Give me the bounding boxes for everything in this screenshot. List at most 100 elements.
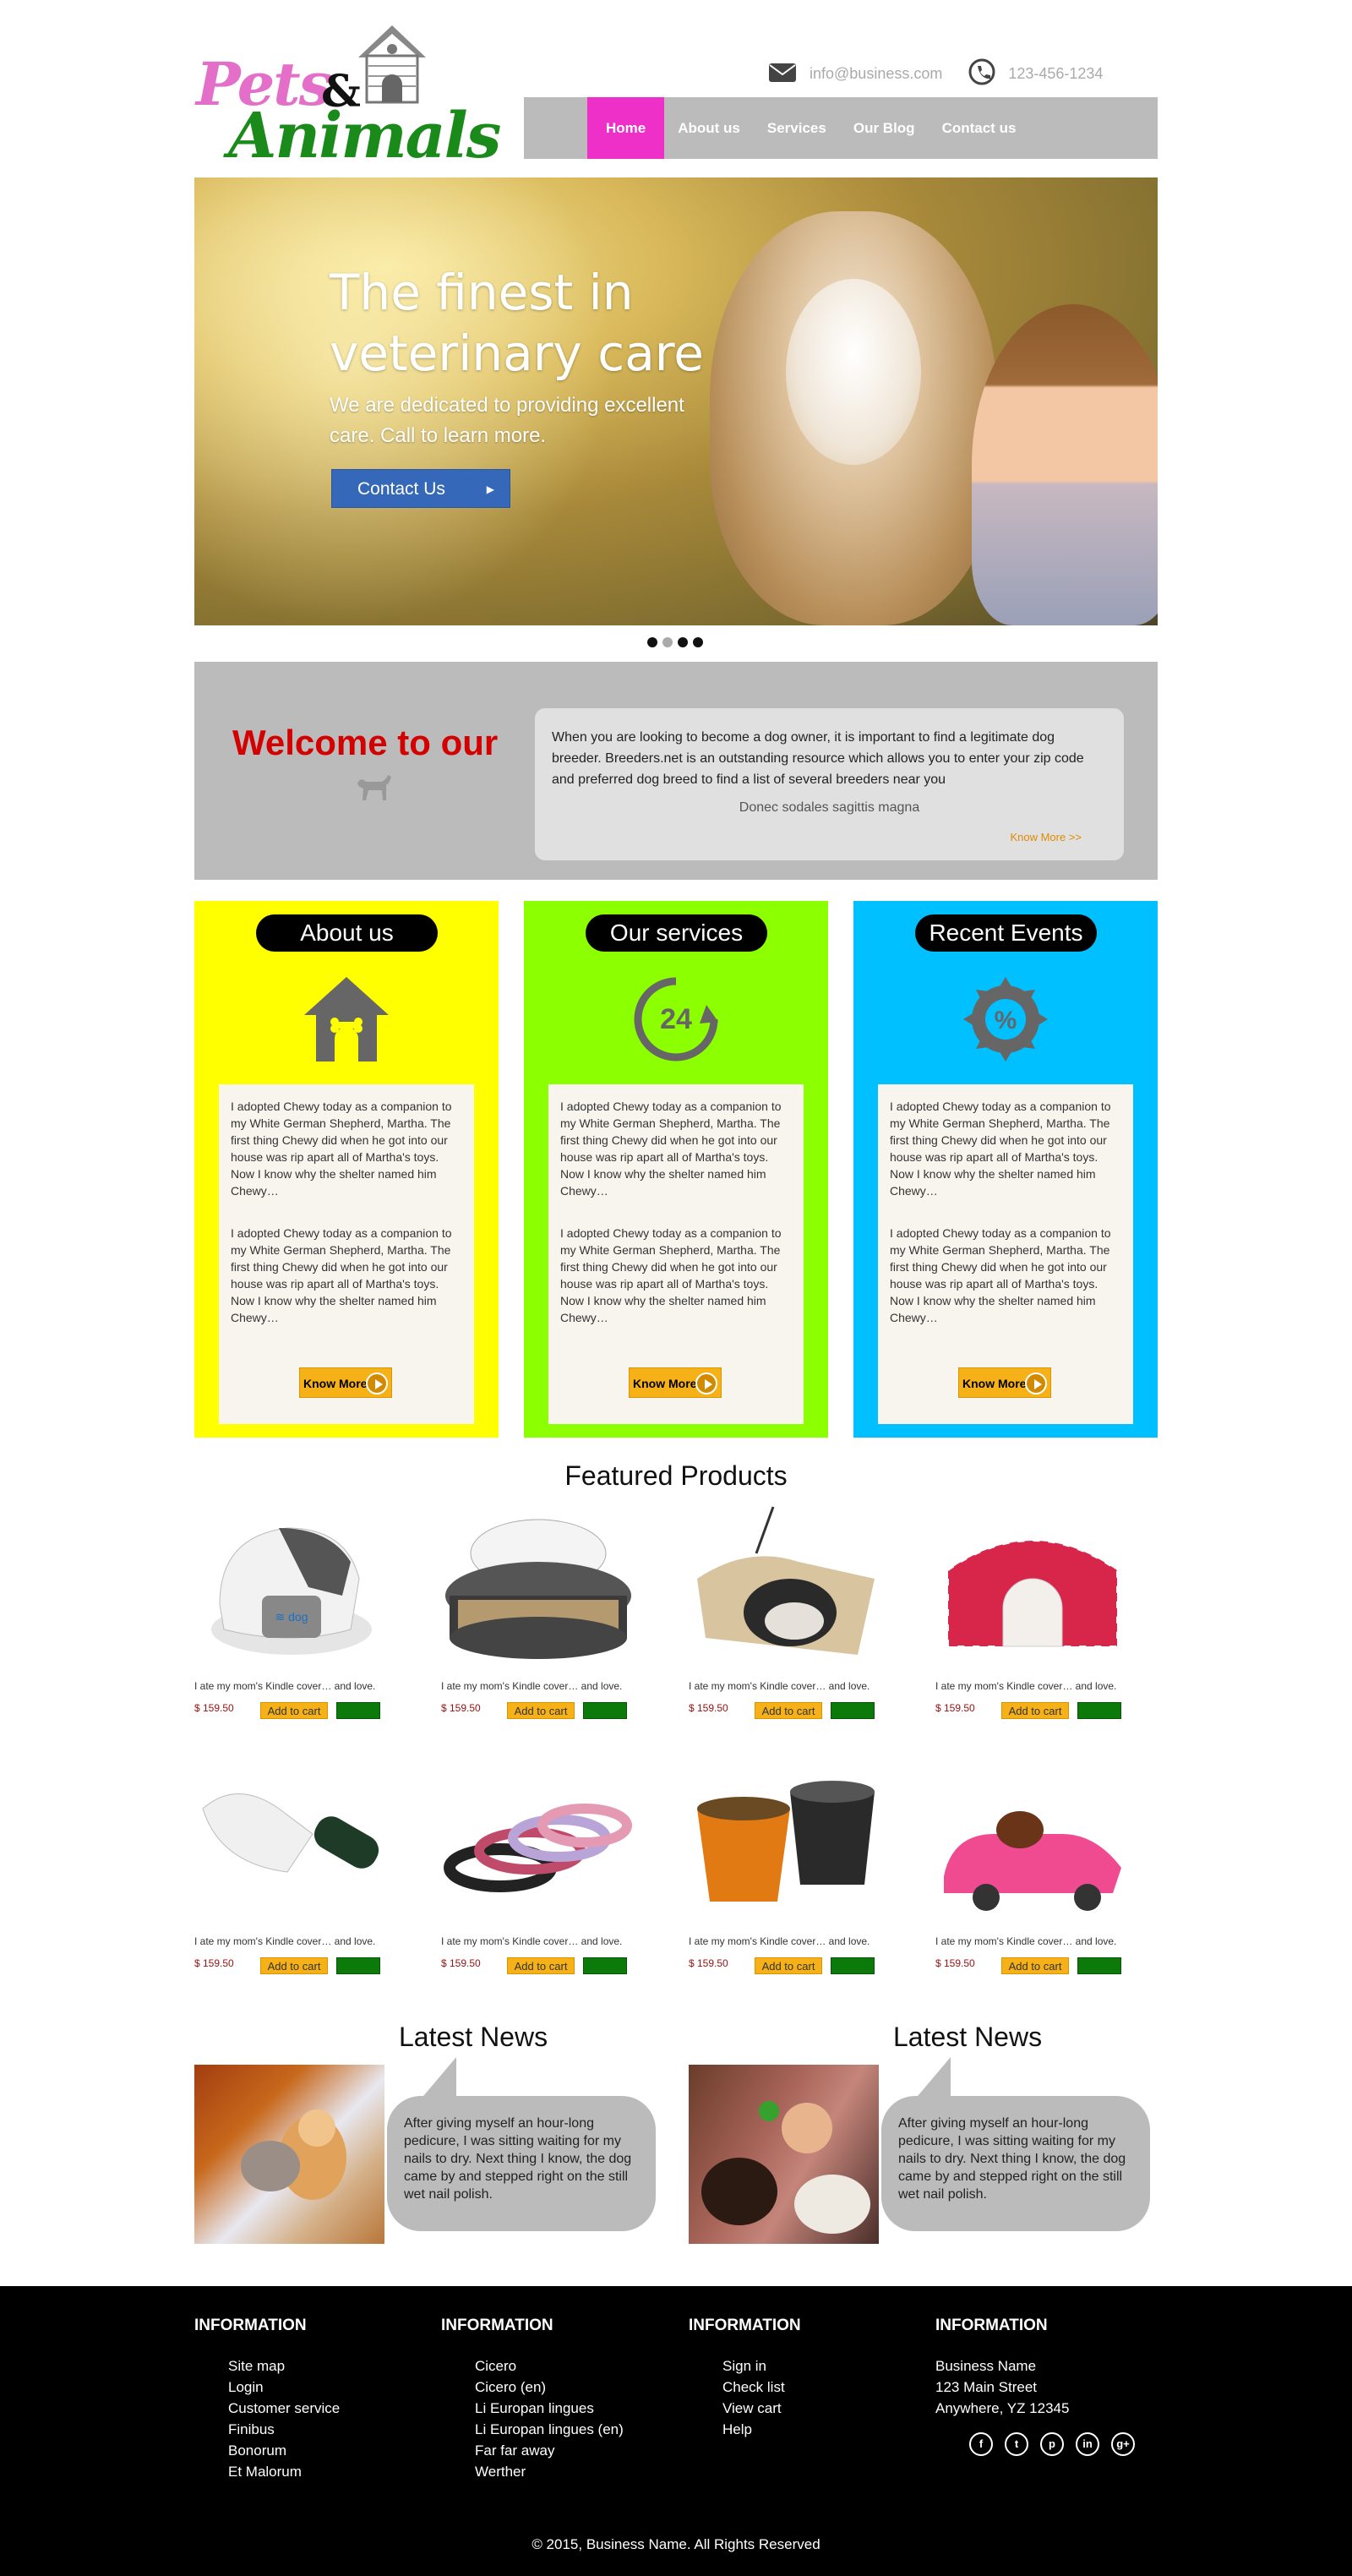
add-to-cart-button[interactable]: Add to cart (260, 1702, 328, 1719)
top-phone[interactable]: 123-456-1234 (1008, 65, 1103, 83)
welcome-subtitle: Donec sodales sagittis magna (739, 800, 920, 815)
product-card[interactable]: I ate my mom's Kindle cover… and love. $… (194, 1758, 389, 1978)
add-to-cart-button[interactable]: Add to cart (507, 1702, 575, 1719)
nav-home[interactable]: Home (587, 97, 665, 159)
nav-contact-us[interactable]: Contact us (929, 97, 1030, 159)
product-card[interactable]: I ate my mom's Kindle cover… and love. $… (441, 1758, 635, 1978)
slider-dot[interactable] (662, 637, 673, 647)
latest-news-title: Latest News (893, 2022, 1043, 2052)
footer-heading: INFORMATION (689, 2317, 801, 2334)
footer-link-far-far-away[interactable]: Far far away (475, 2440, 624, 2461)
product-secondary-button[interactable] (336, 1957, 380, 1974)
product-price: $ 159.50 (935, 1702, 975, 1714)
product-card[interactable]: I ate my mom's Kindle cover… and love. $… (689, 1503, 883, 1722)
nav-about-us[interactable]: About us (664, 97, 754, 159)
footer-link-site-map[interactable]: Site map (228, 2355, 340, 2377)
product-secondary-button[interactable] (583, 1957, 627, 1974)
product-card[interactable]: ≋ dog I ate my mom's Kindle cover… and l… (194, 1503, 389, 1722)
footer-column-4: INFORMATION Business Name 123 Main Stree… (935, 2317, 1135, 2456)
nav-our-blog[interactable]: Our Blog (840, 97, 929, 159)
news-bubble-2: After giving myself an hour-long pedicur… (881, 2057, 1150, 2231)
footer-link-sign-in[interactable]: Sign in (722, 2355, 801, 2377)
welcome-text: When you are looking to become a dog own… (552, 730, 1084, 787)
top-email[interactable]: info@business.com (810, 65, 942, 83)
slider-dot[interactable] (678, 637, 688, 647)
footer-link-cicero-en[interactable]: Cicero (en) (475, 2377, 624, 2398)
footer-link-view-cart[interactable]: View cart (722, 2398, 801, 2419)
pet-feeder-image: ≋ dog (211, 1527, 372, 1655)
product-secondary-button[interactable] (831, 1957, 875, 1974)
footer-link-et-malorum[interactable]: Et Malorum (228, 2461, 340, 2482)
linkedin-icon[interactable]: in (1076, 2432, 1099, 2456)
puppy-rabbit-illustration (241, 2109, 346, 2200)
slider-dot[interactable] (693, 637, 703, 647)
hero-title: The finest in veterinary care (330, 264, 704, 382)
nav-services[interactable]: Services (754, 97, 840, 159)
footer-link-customer-service[interactable]: Customer service (228, 2398, 340, 2419)
news-woman-pets-image[interactable] (689, 2065, 879, 2244)
footer-link-finibus[interactable]: Finibus (228, 2419, 340, 2440)
product-card[interactable]: I ate my mom's Kindle cover… and love. $… (935, 1758, 1130, 1978)
phone-icon (968, 57, 996, 90)
product-card[interactable]: I ate my mom's Kindle cover… and love. $… (441, 1503, 635, 1722)
add-to-cart-button[interactable]: Add to cart (755, 1957, 822, 1974)
footer-link-help[interactable]: Help (722, 2419, 801, 2440)
add-to-cart-button[interactable]: Add to cart (1001, 1702, 1069, 1719)
footer-link-werther[interactable]: Werther (475, 2461, 624, 2482)
add-to-cart-button[interactable]: Add to cart (507, 1957, 575, 1974)
woman-pets-illustration (701, 2101, 870, 2234)
play-circle-icon (1025, 1373, 1047, 1394)
logo-word-animals: Animals (228, 100, 501, 172)
pet-collars-image (444, 1804, 632, 1892)
product-secondary-button[interactable] (1077, 1702, 1121, 1719)
news-puppy-image[interactable] (194, 2065, 384, 2244)
footer-business-name: Business Name (935, 2358, 1037, 2374)
news-text-2: After giving myself an hour-long pedicur… (898, 2116, 1126, 2202)
our-services-know-more-button[interactable]: Know More (629, 1367, 722, 1398)
twitter-icon[interactable]: t (1005, 2432, 1028, 2456)
add-to-cart-button[interactable]: Add to cart (260, 1957, 328, 1974)
hero-banner: The finest in veterinary care We are ded… (194, 177, 1158, 625)
our-services-paragraph-1: I adopted Chewy today as a companion to … (560, 1100, 782, 1198)
footer-heading: INFORMATION (194, 2317, 307, 2334)
footer-link-login[interactable]: Login (228, 2377, 340, 2398)
footer-link-check-list[interactable]: Check list (722, 2377, 801, 2398)
about-us-know-more-button[interactable]: Know More (299, 1367, 392, 1398)
footer-link-bonorum[interactable]: Bonorum (228, 2440, 340, 2461)
welcome-section: Welcome to our When you are looking to b… (194, 662, 1158, 880)
about-us-paragraph-2: I adopted Chewy today as a companion to … (231, 1226, 452, 1324)
footer-link-cicero[interactable]: Cicero (475, 2355, 624, 2377)
product-secondary-button[interactable] (336, 1702, 380, 1719)
product-description: I ate my mom's Kindle cover… and love. (689, 1935, 870, 1947)
svg-text:24: 24 (660, 1003, 692, 1035)
top-contact-bar: info@business.com 123-456-1234 (767, 57, 1103, 90)
hero-boy-image (972, 304, 1158, 625)
site-logo[interactable]: Pets & Animals (196, 24, 501, 172)
product-description: I ate my mom's Kindle cover… and love. (935, 1680, 1117, 1692)
slider-dot[interactable] (647, 637, 657, 647)
product-secondary-button[interactable] (583, 1702, 627, 1719)
hero-contact-button-label: Contact Us (357, 479, 445, 499)
add-to-cart-button[interactable]: Add to cart (755, 1702, 822, 1719)
dog-house-icon (304, 977, 389, 1062)
googleplus-icon[interactable]: g+ (1111, 2432, 1135, 2456)
product-secondary-button[interactable] (1077, 1957, 1121, 1974)
hero-contact-button[interactable]: Contact Us ▶ (331, 469, 510, 508)
welcome-know-more-link[interactable]: Know More >> (1010, 831, 1082, 843)
footer-link-li-europan[interactable]: Li Europan lingues (475, 2398, 624, 2419)
footer-link-li-europan-en[interactable]: Li Europan lingues (en) (475, 2419, 624, 2440)
recent-events-know-more-button[interactable]: Know More (958, 1367, 1051, 1398)
product-description: I ate my mom's Kindle cover… and love. (441, 1680, 623, 1692)
facebook-icon[interactable]: f (969, 2432, 993, 2456)
footer-street: 123 Main Street (935, 2379, 1038, 2395)
product-card[interactable]: I ate my mom's Kindle cover… and love. $… (689, 1758, 883, 1978)
dog-house-logo-icon (358, 25, 426, 104)
product-secondary-button[interactable] (831, 1702, 875, 1719)
product-card[interactable]: I ate my mom's Kindle cover… and love. $… (935, 1503, 1130, 1722)
pinterest-icon[interactable]: p (1040, 2432, 1064, 2456)
product-description: I ate my mom's Kindle cover… and love. (935, 1935, 1117, 1947)
product-description: I ate my mom's Kindle cover… and love. (441, 1935, 623, 1947)
pet-carrier-image (947, 1540, 1118, 1647)
add-to-cart-button[interactable]: Add to cart (1001, 1957, 1069, 1974)
featured-products-title: Featured Products (564, 1460, 788, 1491)
